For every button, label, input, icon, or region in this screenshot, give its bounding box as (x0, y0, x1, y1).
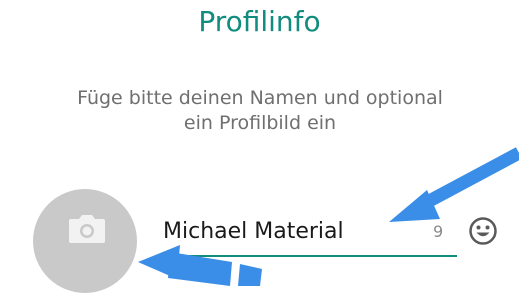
name-input[interactable] (163, 216, 393, 246)
profile-photo-button[interactable] (33, 189, 137, 293)
instructions-text: Füge bitte deinen Namen und optional ein… (77, 87, 443, 134)
name-field[interactable]: 9 (157, 210, 457, 257)
character-counter: 9 (433, 222, 444, 241)
page-title: Profilinfo (198, 5, 321, 38)
emoji-icon[interactable] (468, 216, 498, 246)
camera-icon (69, 215, 105, 243)
input-underline (157, 255, 457, 257)
